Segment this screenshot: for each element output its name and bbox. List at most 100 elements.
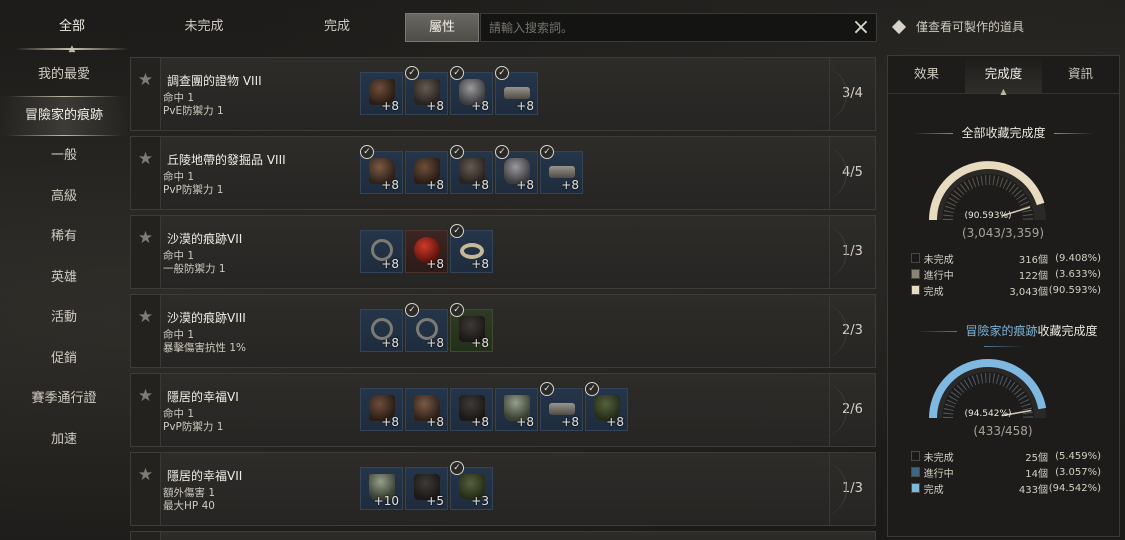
progress-count: 1/3 xyxy=(829,216,875,288)
sidebar-item[interactable]: 一般 xyxy=(0,136,128,177)
collection-row[interactable]: ★ 沙漠的痕跡VII 命中 1 一般防禦力 1 +8 +8 ✓ +8 1/3 xyxy=(130,215,876,289)
tab-incomplete[interactable]: 未完成 xyxy=(137,10,271,44)
legend-count: 122個 xyxy=(1018,270,1048,282)
item-slot[interactable]: +8 xyxy=(450,388,493,431)
trace-fraction: (433/458) xyxy=(973,424,1033,438)
row-stat: PvE防禦力 1 xyxy=(163,105,224,117)
check-icon: ✓ xyxy=(585,382,599,396)
item-slot[interactable]: ✓ +8 xyxy=(360,145,403,194)
legend-swatch xyxy=(911,467,920,477)
enhance-level: +8 xyxy=(381,257,399,271)
favorite-star-icon[interactable]: ★ xyxy=(131,374,161,446)
tab-effect-label: 效果 xyxy=(913,66,939,81)
legend-name: 進行中 xyxy=(923,468,954,480)
clear-icon[interactable]: × xyxy=(846,14,876,41)
panel-tabs: 效果 完成度 ▲ 資訊 xyxy=(888,56,1119,96)
tab-info-label: 資訊 xyxy=(1067,66,1093,81)
collection-row[interactable]: ★ 隱居的幸福VI 命中 1 PvP防禦力 1 +8 +8 +8 +8 ✓ +8… xyxy=(130,373,876,447)
legend-name: 未完成 xyxy=(923,452,954,464)
row-title: 沙漠的痕跡VII xyxy=(167,232,243,246)
search-input[interactable] xyxy=(481,20,846,35)
check-icon: ✓ xyxy=(405,66,419,80)
item-slot[interactable]: +10 xyxy=(360,467,403,510)
legend-row: 進行中 122個 (3.633%) xyxy=(911,266,1101,282)
item-slot[interactable]: +8 xyxy=(495,388,538,431)
item-slot[interactable]: +8 xyxy=(405,388,448,431)
sidebar-item[interactable]: 活動 xyxy=(0,298,128,339)
item-slot[interactable]: ✓ +8 xyxy=(405,303,448,352)
collection-row[interactable]: ★ 隱居的幸福VII 額外傷害 1 最大HP 40 +10 +5 ✓ +3 1/… xyxy=(130,452,876,526)
enhance-level: +8 xyxy=(471,257,489,271)
item-slot[interactable]: ✓ +8 xyxy=(450,224,493,273)
completion-panel: 效果 完成度 ▲ 資訊 全部收藏完成度 (90.593%) (3,043/3,35… xyxy=(887,55,1120,537)
tab-completion[interactable]: 完成度 ▲ xyxy=(965,56,1042,96)
tab-effect[interactable]: 效果 xyxy=(888,56,965,93)
sidebar-item[interactable]: 英雄 xyxy=(0,258,128,299)
favorite-star-icon[interactable]: ★ xyxy=(131,295,161,367)
diamond-checkbox-icon[interactable] xyxy=(891,19,907,34)
sidebar-item[interactable]: 高級 xyxy=(0,177,128,218)
tab-all[interactable]: 全部 ▲ xyxy=(5,10,139,54)
legend-percent: (5.459%) xyxy=(1055,450,1101,462)
chevron-icon: ▲ xyxy=(1000,87,1007,96)
check-icon: ✓ xyxy=(495,145,509,159)
tab-all-label: 全部 xyxy=(58,19,85,34)
craftable-filter[interactable]: 僅查看可製作的道具 xyxy=(890,18,1024,35)
collection-row[interactable]: ★ 沙漠的痕跡VIII 命中 1 暴擊傷害抗性 1% +8 ✓ +8 ✓ +8 … xyxy=(130,294,876,368)
all-completion-gauge: (90.593%) (3,043/3,359) xyxy=(928,148,1078,240)
item-slot[interactable]: +5 xyxy=(405,467,448,510)
sidebar-item[interactable]: 稀有 xyxy=(0,217,128,258)
favorite-star-icon[interactable]: ★ xyxy=(131,58,161,130)
item-slot[interactable]: ✓ +8 xyxy=(450,66,493,115)
enhance-level: +5 xyxy=(426,494,444,508)
item-slot[interactable]: ✓ +8 xyxy=(495,145,538,194)
legend-percent: (90.593%) xyxy=(1048,284,1101,296)
item-slot[interactable]: +8 xyxy=(405,230,448,273)
favorite-star-icon[interactable] xyxy=(131,532,161,540)
belt-icon xyxy=(504,87,530,99)
item-slot[interactable]: ✓ +8 xyxy=(495,66,538,115)
favorite-star-icon[interactable]: ★ xyxy=(131,216,161,288)
tab-complete[interactable]: 完成 xyxy=(270,10,404,44)
item-slot[interactable]: ✓ +8 xyxy=(405,66,448,115)
item-slot[interactable]: +8 xyxy=(360,72,403,115)
item-slot[interactable]: +8 xyxy=(405,151,448,194)
item-slot[interactable]: +8 xyxy=(360,230,403,273)
favorite-star-icon[interactable]: ★ xyxy=(131,453,161,525)
item-slot[interactable]: +8 xyxy=(360,309,403,352)
item-slots: +8 ✓ +8 ✓ +8 xyxy=(360,303,493,352)
trace-legend: 未完成 25個 (5.459%) 進行中 14個 (3.057%) 完成 433… xyxy=(911,448,1101,496)
row-stat: 暴擊傷害抗性 1% xyxy=(163,342,246,354)
item-slot[interactable]: ✓ +3 xyxy=(450,461,493,510)
sidebar-item[interactable]: 促銷 xyxy=(0,339,128,380)
item-slot[interactable]: ✓ +8 xyxy=(585,382,628,431)
sidebar-item[interactable]: 我的最愛 xyxy=(0,55,128,96)
item-slot[interactable]: ✓ +8 xyxy=(450,303,493,352)
check-icon: ✓ xyxy=(540,382,554,396)
enhance-level: +8 xyxy=(561,178,579,192)
item-slots: +8 +8 +8 +8 ✓ +8 ✓ +8 xyxy=(360,382,628,431)
legend-swatch xyxy=(911,451,920,461)
chevron-icon: ▲ xyxy=(68,44,76,54)
sidebar-item[interactable]: 加速 xyxy=(0,420,128,461)
attribute-button[interactable]: 屬性 xyxy=(405,13,479,42)
belt-icon xyxy=(549,403,575,415)
check-icon: ✓ xyxy=(450,224,464,238)
ornament xyxy=(1053,133,1094,134)
item-slot[interactable]: ✓ +8 xyxy=(450,145,493,194)
collection-row[interactable]: ★ 丘陵地帶的發掘品 VIII 命中 1 PvP防禦力 1 ✓ +8 +8 ✓ … xyxy=(130,136,876,210)
favorite-star-icon[interactable]: ★ xyxy=(131,137,161,209)
collection-row[interactable]: ★ 調查團的證物 VIII 命中 1 PvE防禦力 1 +8 ✓ +8 ✓ +8… xyxy=(130,57,876,131)
sidebar-item[interactable]: 冒險家的痕跡 xyxy=(0,95,128,136)
ornament xyxy=(913,133,954,134)
tab-info[interactable]: 資訊 xyxy=(1042,56,1119,93)
legend-name: 進行中 xyxy=(923,270,954,282)
enhance-level: +8 xyxy=(516,415,534,429)
item-slot[interactable]: ✓ +8 xyxy=(540,382,583,431)
item-slot[interactable]: +8 xyxy=(360,388,403,431)
sidebar-item[interactable]: 賽季通行證 xyxy=(0,379,128,420)
legend-row: 完成 433個 (94.542%) xyxy=(911,480,1101,496)
collection-row[interactable] xyxy=(130,531,876,540)
check-icon: ✓ xyxy=(450,66,464,80)
item-slot[interactable]: ✓ +8 xyxy=(540,145,583,194)
